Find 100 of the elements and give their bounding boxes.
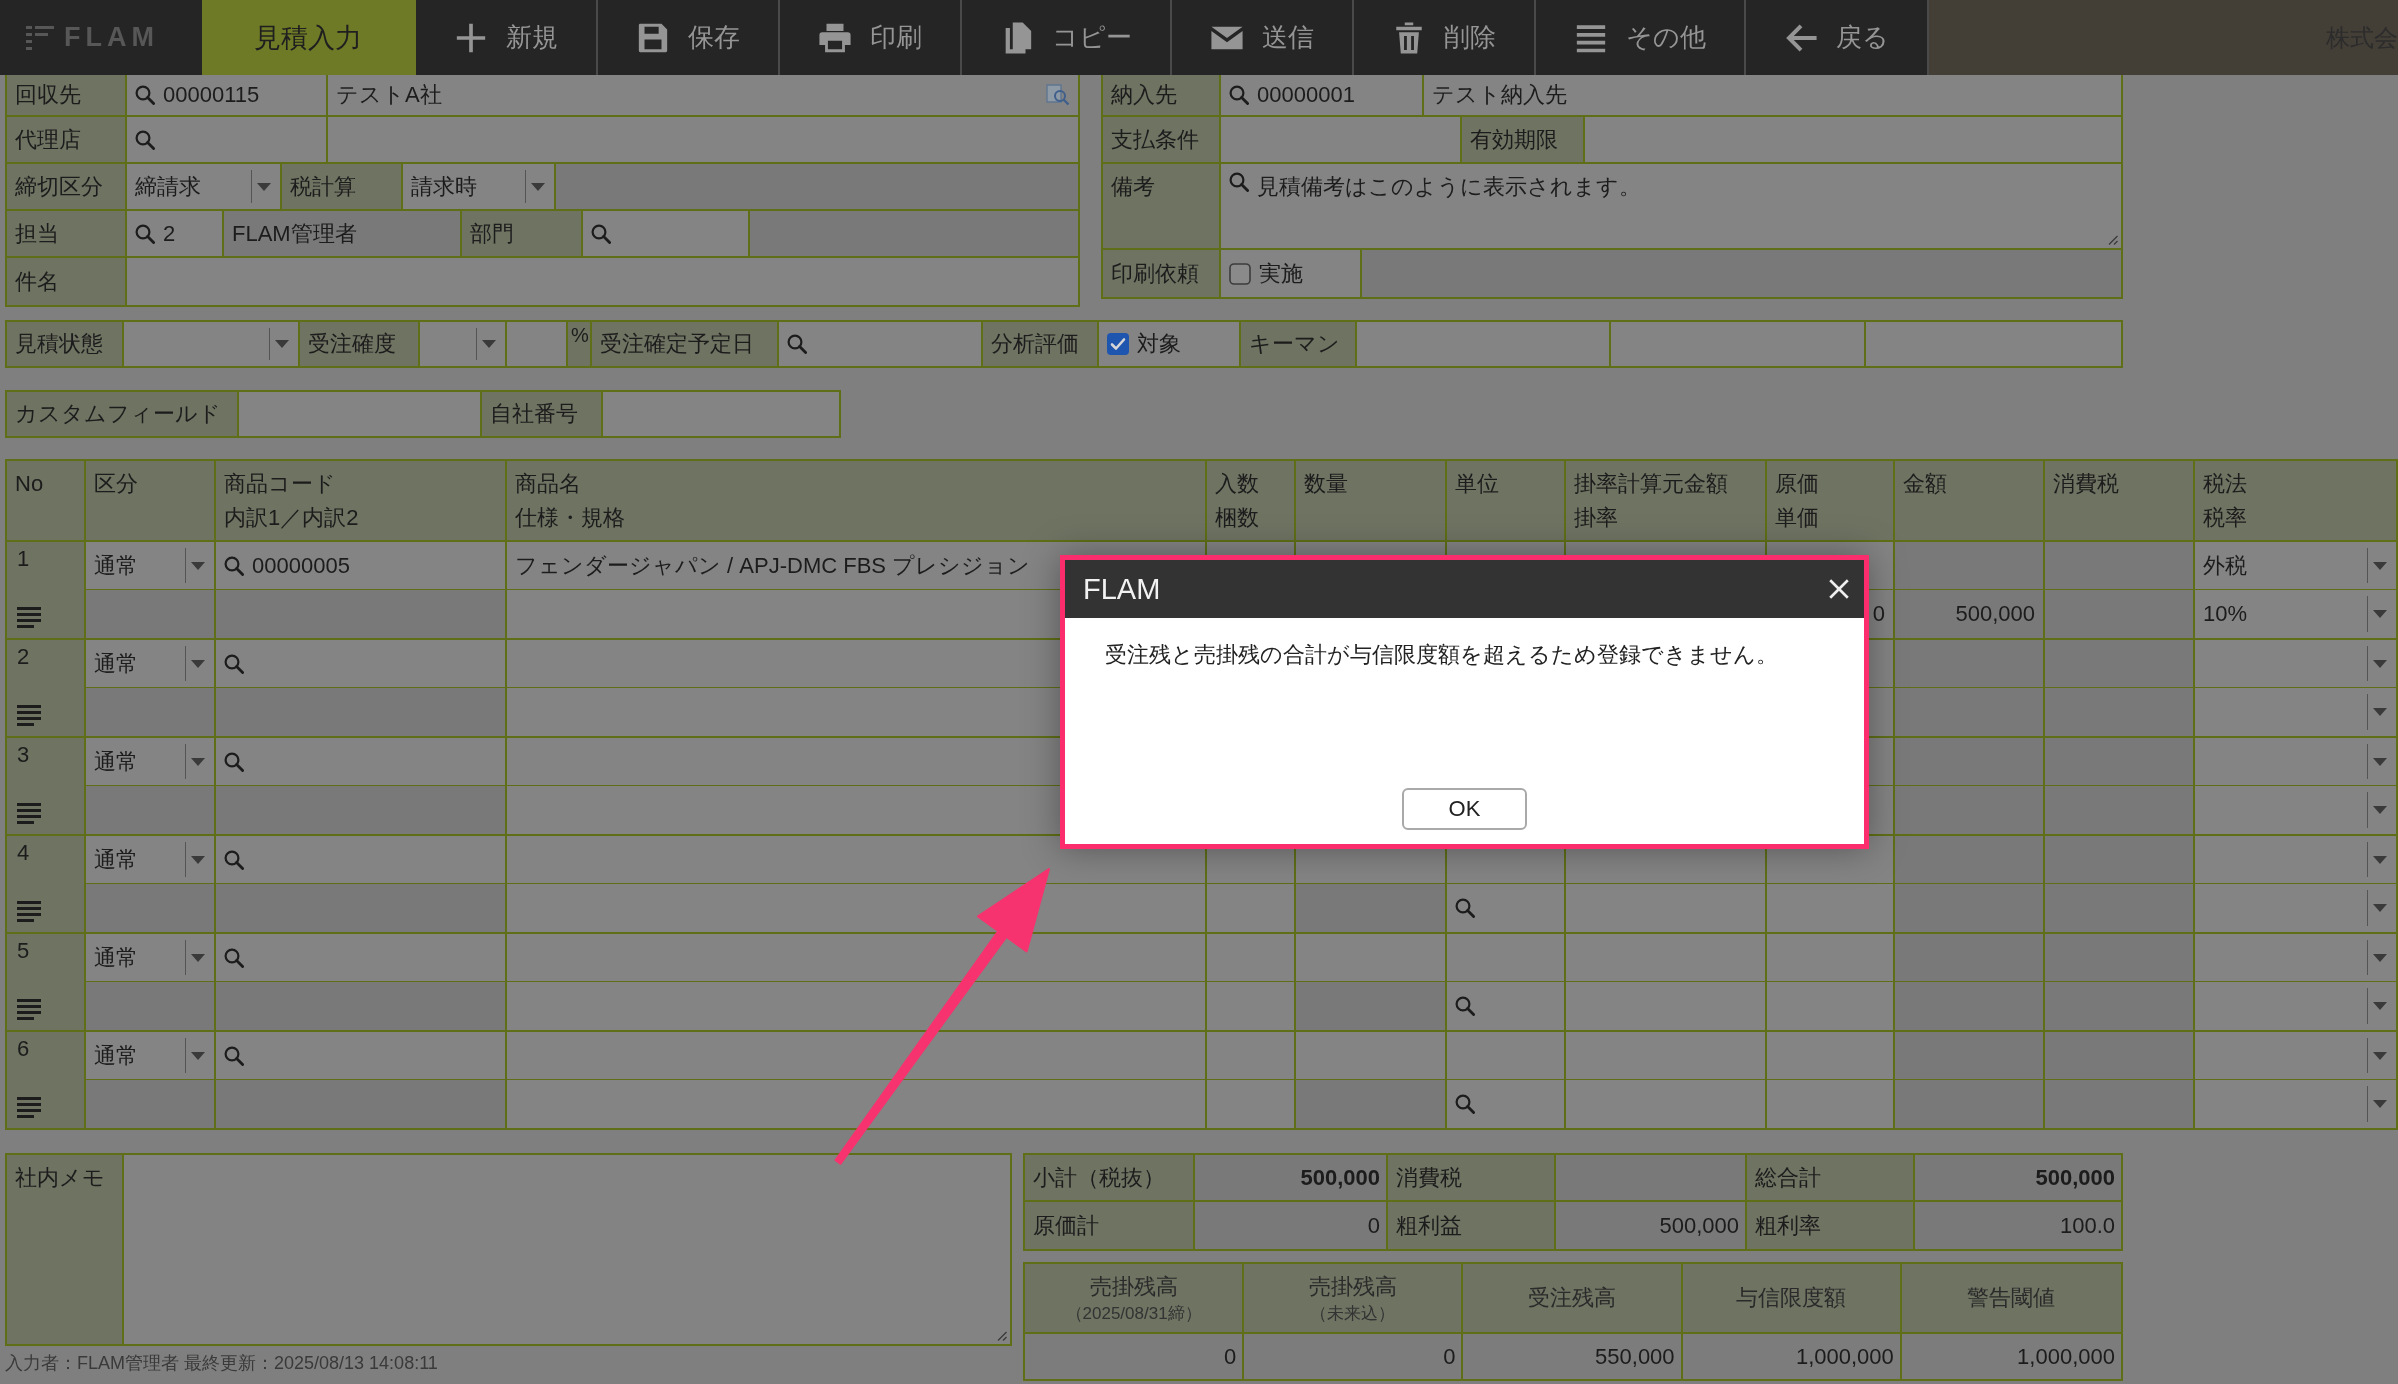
input-field[interactable] (507, 1080, 1207, 1128)
resize-handle-icon[interactable] (995, 1329, 1007, 1341)
input-field[interactable] (1221, 117, 1462, 162)
text-lines-icon[interactable] (17, 1097, 41, 1118)
remarks-field[interactable]: 見積備考はこのように表示されます。 (1221, 164, 2121, 248)
search-icon[interactable] (135, 85, 155, 105)
input-field[interactable] (1447, 1032, 1566, 1080)
row-number: 6 (17, 1036, 30, 1062)
document-search-icon[interactable] (1046, 84, 1070, 106)
search-icon[interactable] (224, 947, 244, 968)
column-header: 税率 (2203, 504, 2247, 532)
input-field[interactable] (1566, 934, 1767, 982)
input-field[interactable] (507, 1032, 1207, 1080)
input-field[interactable] (1767, 1032, 1895, 1080)
select-field[interactable] (2195, 1032, 2396, 1080)
search-icon[interactable] (135, 129, 155, 150)
search-field[interactable]: 00000001 (1221, 75, 1424, 115)
select-field[interactable]: 10% (2195, 590, 2396, 638)
input-field[interactable] (507, 934, 1207, 982)
input-field[interactable] (1566, 1032, 1767, 1080)
select-field[interactable]: 外税 (2195, 542, 2396, 590)
select-field[interactable] (2195, 982, 2396, 1030)
search-field[interactable] (1447, 982, 1566, 1030)
input-field[interactable] (1767, 1080, 1895, 1128)
input-field[interactable] (1566, 982, 1767, 1030)
search-field[interactable] (216, 934, 507, 982)
search-field[interactable] (1447, 1080, 1566, 1128)
close-icon[interactable] (1828, 578, 1850, 600)
text-lines-icon[interactable] (17, 999, 41, 1020)
checkbox[interactable] (1229, 262, 1251, 285)
text-lines-icon[interactable] (17, 803, 41, 824)
search-icon[interactable] (224, 1045, 244, 1066)
input-field[interactable] (1767, 884, 1895, 932)
input-field[interactable] (1207, 982, 1296, 1030)
select-field[interactable]: 通常 (86, 836, 216, 884)
search-field[interactable]: 2 (127, 211, 224, 256)
input-field[interactable] (1207, 1080, 1296, 1128)
search-icon[interactable] (224, 849, 244, 870)
input-field[interactable] (1585, 117, 2121, 162)
search-field[interactable] (216, 1032, 507, 1080)
text-lines-icon[interactable] (17, 705, 41, 726)
search-icon[interactable] (591, 223, 611, 244)
select-field[interactable] (2195, 1080, 2396, 1128)
name-field[interactable]: テスト納入先 (1424, 75, 2121, 115)
search-field[interactable] (216, 640, 507, 688)
input-field[interactable] (1767, 982, 1895, 1030)
credit-header: 売掛残高 (1308, 1272, 1397, 1301)
search-field[interactable] (127, 117, 328, 162)
row-number: 5 (17, 938, 30, 964)
select-field[interactable]: 締請求 (127, 164, 282, 209)
ok-button[interactable]: OK (1402, 788, 1527, 830)
input-field[interactable] (1296, 1032, 1447, 1080)
search-field[interactable] (216, 738, 507, 786)
select-field[interactable] (2195, 786, 2396, 834)
input-field[interactable] (1767, 934, 1895, 982)
search-icon[interactable] (224, 751, 244, 772)
input-field[interactable] (1207, 934, 1296, 982)
search-icon[interactable] (135, 223, 155, 244)
input-field[interactable] (1566, 884, 1767, 932)
input-field[interactable] (1566, 1080, 1767, 1128)
select-field[interactable] (2195, 836, 2396, 884)
field-label: 税計算 (282, 164, 403, 209)
search-field[interactable] (216, 836, 507, 884)
input-field[interactable] (127, 258, 1078, 305)
mode-tab[interactable]: 見積入力 (202, 0, 416, 75)
input-field[interactable] (1296, 934, 1447, 982)
select-field[interactable] (2195, 688, 2396, 736)
select-field[interactable] (2195, 884, 2396, 932)
column-header: 単位 (1455, 470, 1499, 498)
input-field[interactable] (507, 836, 1207, 884)
search-icon[interactable] (224, 653, 244, 674)
search-icon[interactable] (224, 555, 244, 576)
search-icon[interactable] (1455, 1094, 1475, 1114)
select-field[interactable] (2195, 934, 2396, 982)
input-field[interactable] (1447, 934, 1566, 982)
select-field[interactable] (2195, 640, 2396, 688)
input-field[interactable] (1207, 1032, 1296, 1080)
search-icon[interactable] (1455, 898, 1475, 918)
search-field[interactable]: 00000005 (216, 542, 507, 590)
text-lines-icon[interactable] (17, 607, 41, 628)
search-field[interactable]: 00000115 (127, 75, 328, 115)
search-field[interactable] (583, 211, 750, 256)
search-icon[interactable] (1229, 85, 1249, 105)
select-field[interactable]: 通常 (86, 738, 216, 786)
resize-handle-icon[interactable] (2106, 233, 2118, 245)
text-lines-icon[interactable] (17, 901, 41, 922)
search-icon[interactable] (1455, 996, 1475, 1016)
input-field[interactable] (328, 117, 1078, 162)
select-field[interactable] (2195, 738, 2396, 786)
input-field[interactable] (507, 982, 1207, 1030)
select-field[interactable]: 請求時 (403, 164, 556, 209)
input-field[interactable] (1207, 884, 1296, 932)
select-field[interactable]: 通常 (86, 542, 216, 590)
search-icon[interactable] (1229, 172, 1249, 192)
input-field[interactable] (507, 884, 1207, 932)
select-field[interactable]: 通常 (86, 1032, 216, 1080)
name-field[interactable]: テストA社 (328, 75, 1078, 115)
select-field[interactable]: 通常 (86, 640, 216, 688)
search-field[interactable] (1447, 884, 1566, 932)
select-field[interactable]: 通常 (86, 934, 216, 982)
